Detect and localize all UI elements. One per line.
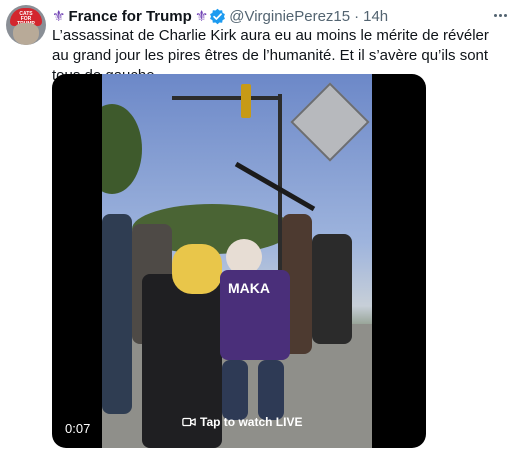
tweet-header: ⚜ France for Trump ⚜ @VirginiePerez15 · …: [52, 6, 388, 26]
video-timestamp: 0:07: [65, 421, 91, 436]
verified-badge-icon: [210, 8, 226, 24]
tap-to-watch-label: Tap to watch LIVE: [200, 415, 303, 429]
video-camera-icon: [182, 417, 196, 427]
handle[interactable]: @VirginiePerez15: [229, 8, 350, 25]
more-icon[interactable]: [494, 9, 508, 21]
tweet[interactable]: CATS FOR TRUMP ⚜ France for Trump ⚜ @Vir…: [0, 0, 510, 457]
separator-dot: ·: [354, 7, 360, 25]
display-name[interactable]: France for Trump: [68, 8, 191, 25]
shirt-text: MAKA: [228, 280, 270, 296]
timestamp[interactable]: 14h: [363, 8, 388, 25]
avatar[interactable]: CATS FOR TRUMP: [6, 5, 46, 45]
fleur-de-lis-icon: ⚜: [52, 8, 66, 25]
avatar-face: [13, 23, 39, 45]
fleur-de-lis-icon: ⚜: [194, 8, 209, 25]
video-player[interactable]: MAKA 0:07 Tap to watch LIVE: [52, 74, 426, 448]
tap-to-watch-button[interactable]: Tap to watch LIVE: [182, 412, 302, 432]
video-frame: MAKA: [102, 74, 372, 448]
